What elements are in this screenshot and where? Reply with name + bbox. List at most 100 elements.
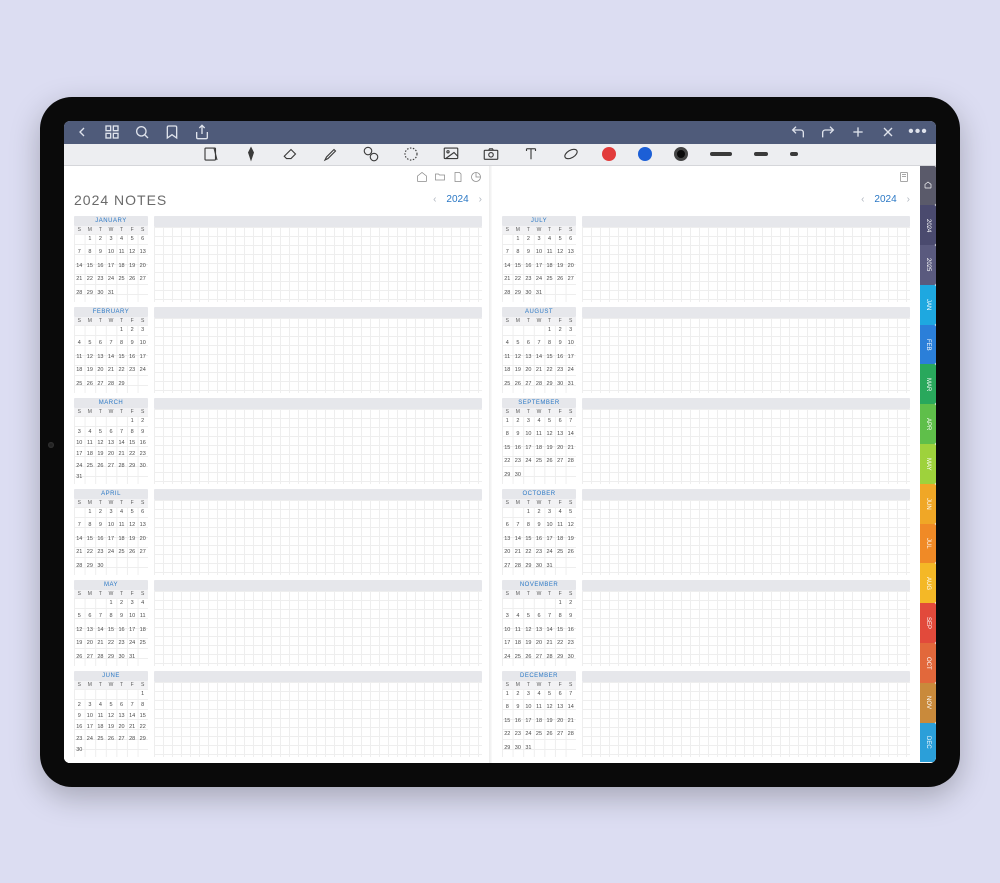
camera-tool-icon[interactable] [482,145,500,163]
month-note-area[interactable] [154,671,482,757]
month-name[interactable]: APRIL [74,489,148,499]
tab-oct[interactable]: OCT [920,643,936,683]
note-grid[interactable] [154,227,482,302]
pen-tool-icon[interactable] [242,145,260,163]
tab-home[interactable] [920,166,936,206]
mini-calendar[interactable]: JULYSMTWTFS12345678910111213141516171819… [502,216,576,302]
chart-page-icon[interactable] [470,170,482,182]
month-name[interactable]: JUNE [74,671,148,681]
days-grid[interactable]: 1234567891011121314151617181920212223242… [74,507,148,575]
note-grid[interactable] [582,227,910,302]
highlighter-tool-icon[interactable] [322,145,340,163]
days-grid[interactable]: 1234567891011121314151617181920212223242… [502,234,576,302]
month-note-area[interactable] [154,398,482,484]
days-grid[interactable]: 1234567891011121314151617181920212223242… [502,507,576,575]
mini-calendar[interactable]: OCTOBERSMTWTFS12345678910111213141516171… [502,489,576,575]
tab-mar[interactable]: MAR [920,364,936,404]
tab-may[interactable]: MAY [920,444,936,484]
note-grid[interactable] [582,682,910,757]
tab-2024[interactable]: 2024 [920,205,936,245]
doc-page-icon[interactable] [452,170,464,182]
note-grid[interactable] [154,591,482,666]
prev-year-icon[interactable]: ‹ [433,194,436,205]
color-swatch-black[interactable] [674,147,688,161]
month-name[interactable]: JANUARY [74,216,148,226]
mini-calendar[interactable]: MARCHSMTWTFS1234567891011121314151617181… [74,398,148,484]
note-grid[interactable] [154,500,482,575]
back-icon[interactable] [74,124,90,140]
share-icon[interactable] [194,124,210,140]
tab-feb[interactable]: FEB [920,325,936,365]
note-grid[interactable] [154,682,482,757]
month-name[interactable]: MAY [74,580,148,590]
mini-calendar[interactable]: SEPTEMBERSMTWTFS123456789101112131415161… [502,398,576,484]
redo-icon[interactable] [820,124,836,140]
mini-calendar[interactable]: AUGUSTSMTWTFS123456789101112131415161718… [502,307,576,393]
next-year-icon[interactable]: › [907,194,910,205]
month-note-area[interactable] [582,307,910,393]
days-grid[interactable]: 1234567891011121314151617181920212223242… [74,234,148,302]
mini-calendar[interactable]: DECEMBERSMTWTFS1234567891011121314151617… [502,671,576,757]
grid-icon[interactable] [104,124,120,140]
month-name[interactable]: JULY [502,216,576,226]
bookmark-icon[interactable] [164,124,180,140]
undo-icon[interactable] [790,124,806,140]
note-grid[interactable] [582,409,910,484]
shapes-tool-icon[interactable] [362,145,380,163]
lasso-tool-icon[interactable] [402,145,420,163]
month-name[interactable]: FEBRUARY [74,307,148,317]
next-year-icon[interactable]: › [479,194,482,205]
stroke-width-large[interactable] [710,152,732,156]
index-page-icon[interactable] [898,170,910,182]
month-note-area[interactable] [154,216,482,302]
page-right[interactable]: ‹ 2024 › JULYSMTWTFS12345678910111213141… [492,166,920,763]
tab-jun[interactable]: JUN [920,484,936,524]
readonly-tool-icon[interactable] [202,145,220,163]
tab-aug[interactable]: AUG [920,563,936,603]
days-grid[interactable]: 1234567891011121314151617181920212223242… [74,416,148,484]
mini-calendar[interactable]: JUNESMTWTFS12345678910111213141516171819… [74,671,148,757]
days-grid[interactable]: 1234567891011121314151617181920212223242… [74,325,148,393]
month-note-area[interactable] [582,216,910,302]
mini-calendar[interactable]: FEBRUARYSMTWTFS1234567891011121314151617… [74,307,148,393]
month-name[interactable]: MARCH [74,398,148,408]
days-grid[interactable]: 1234567891011121314151617181920212223242… [502,689,576,757]
page-left[interactable]: 2024 NOTES ‹ 2024 › JANUARYSMTWTFS123456… [64,166,492,763]
color-swatch-blue[interactable] [638,147,652,161]
days-grid[interactable]: 1234567891011121314151617181920212223242… [502,416,576,484]
month-note-area[interactable] [154,307,482,393]
note-grid[interactable] [582,318,910,393]
eraser-tool-icon[interactable] [282,145,300,163]
search-icon[interactable] [134,124,150,140]
mini-calendar[interactable]: NOVEMBERSMTWTFS1234567891011121314151617… [502,580,576,666]
close-icon[interactable] [880,124,896,140]
note-grid[interactable] [582,500,910,575]
mini-calendar[interactable]: MAYSMTWTFS123456789101112131415161718192… [74,580,148,666]
stroke-width-medium[interactable] [754,152,768,156]
year-label[interactable]: 2024 [874,194,896,205]
days-grid[interactable]: 1234567891011121314151617181920212223242… [74,598,148,666]
year-label[interactable]: 2024 [446,194,468,205]
folder-page-icon[interactable] [434,170,446,182]
note-grid[interactable] [154,409,482,484]
month-note-area[interactable] [154,580,482,666]
tab-jan[interactable]: JAN [920,285,936,325]
mini-calendar[interactable]: APRILSMTWTFS1234567891011121314151617181… [74,489,148,575]
note-grid[interactable] [154,318,482,393]
text-tool-icon[interactable] [522,145,540,163]
tab-nov[interactable]: NOV [920,683,936,723]
tab-jul[interactable]: JUL [920,524,936,564]
month-note-area[interactable] [582,580,910,666]
month-name[interactable]: DECEMBER [502,671,576,681]
days-grid[interactable]: 1234567891011121314151617181920212223242… [74,689,148,757]
month-note-area[interactable] [582,398,910,484]
month-name[interactable]: AUGUST [502,307,576,317]
more-icon[interactable]: ••• [910,124,926,140]
home-page-icon[interactable] [416,170,428,182]
days-grid[interactable]: 1234567891011121314151617181920212223242… [502,325,576,393]
tab-dec[interactable]: DEC [920,723,936,763]
month-name[interactable]: OCTOBER [502,489,576,499]
link-tool-icon[interactable] [562,145,580,163]
tab-apr[interactable]: APR [920,404,936,444]
tab-sep[interactable]: SEP [920,603,936,643]
